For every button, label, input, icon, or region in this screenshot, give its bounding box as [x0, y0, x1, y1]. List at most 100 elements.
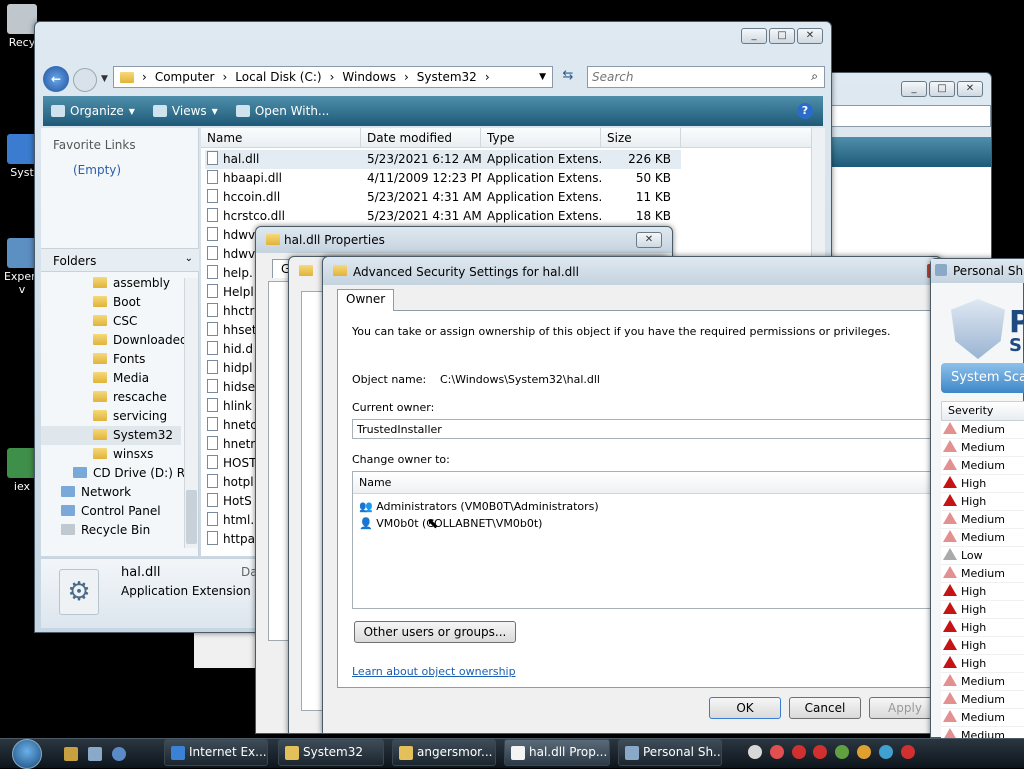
tray-status-icon[interactable] [857, 745, 872, 759]
severity-row[interactable]: High [941, 619, 1024, 637]
taskbar-button-personal-shield[interactable]: Personal Sh... [618, 739, 722, 766]
severity-row[interactable]: Medium [941, 439, 1024, 457]
file-row[interactable]: hccoin.dll 5/23/2021 4:31 AM Application E… [205, 188, 681, 207]
severity-row[interactable]: High [941, 475, 1024, 493]
tree-item[interactable]: Control Panel [41, 502, 181, 521]
close-button[interactable]: ✕ [636, 232, 662, 248]
globe-icon[interactable] [112, 747, 126, 761]
tree-item[interactable]: Recycle Bin [41, 521, 181, 540]
severity-row[interactable]: Low [941, 547, 1024, 565]
owner-list[interactable]: Name 👥 Administrators (VM0B0T\Administra… [352, 471, 942, 609]
help-icon[interactable]: ? [797, 103, 813, 119]
taskbar-button-system32[interactable]: System32 [278, 739, 384, 766]
tree-item[interactable]: CSC [41, 312, 181, 331]
open-with-button[interactable]: Open With... [235, 104, 329, 118]
tray-alert-icon[interactable] [813, 745, 828, 759]
search-input[interactable] [588, 67, 788, 87]
severity-row[interactable]: High [941, 583, 1024, 601]
tree-item[interactable]: Network [41, 483, 181, 502]
tree-item[interactable]: Media [41, 369, 181, 388]
maximize-button[interactable]: □ [929, 81, 955, 97]
file-row[interactable]: hbaapi.dll 4/11/2009 12:23 PM Application … [205, 169, 681, 188]
tree-item[interactable]: System32 [41, 426, 181, 445]
type-column-header[interactable]: Type [481, 128, 601, 147]
chevron-down-icon[interactable]: ▼ [539, 72, 546, 82]
cancel-button[interactable]: Cancel [789, 697, 861, 719]
other-users-button[interactable]: Other users or groups... [354, 621, 516, 643]
refresh-icon[interactable]: ⇆ [557, 68, 579, 88]
tray-alert-icon[interactable] [791, 745, 806, 759]
close-button[interactable]: ✕ [797, 28, 823, 44]
tray-shield-icon[interactable] [748, 745, 762, 759]
file-row[interactable]: hal.dll 5/23/2021 6:12 AM Application Exte… [205, 150, 681, 169]
search-icon[interactable]: ⌕ [811, 69, 818, 84]
tray-alert-icon[interactable] [900, 745, 915, 759]
minimize-button[interactable]: _ [741, 28, 767, 44]
back-button[interactable]: ← [43, 66, 69, 92]
minimize-button[interactable]: _ [901, 81, 927, 97]
severity-row[interactable]: High [941, 493, 1024, 511]
severity-row[interactable]: Medium [941, 421, 1024, 439]
owner-list-item[interactable]: 👤 VM0b0t (COLLABNET\VM0b0t) [359, 517, 542, 530]
close-button[interactable]: ✕ [957, 81, 983, 97]
chevron-down-icon[interactable]: ⌄ [185, 253, 193, 264]
severity-row[interactable]: Medium [941, 511, 1024, 529]
breadcrumb-local-disk[interactable]: Local Disk (C:) [235, 70, 321, 84]
forward-button[interactable] [73, 68, 97, 92]
breadcrumb-computer[interactable]: Computer [155, 70, 215, 84]
name-column-header[interactable]: Name [353, 472, 941, 494]
ok-button[interactable]: OK [709, 697, 781, 719]
taskbar-label: Internet Ex... [189, 745, 267, 759]
logo-text: SI [1009, 335, 1024, 356]
severity-row[interactable]: Medium [941, 673, 1024, 691]
severity-row[interactable]: High [941, 637, 1024, 655]
start-button[interactable] [12, 739, 42, 769]
search-box[interactable] [821, 105, 991, 127]
tree-item[interactable]: assembly [41, 274, 181, 293]
severity-row[interactable]: Medium [941, 457, 1024, 475]
date-column-header[interactable]: Date modified [361, 128, 481, 147]
tree-scrollbar[interactable] [184, 278, 198, 548]
address-bar[interactable]: › Computer › Local Disk (C:) › Windows ›… [113, 66, 553, 88]
severity-row[interactable]: High [941, 655, 1024, 673]
severity-row[interactable]: High [941, 601, 1024, 619]
severity-row[interactable]: Medium [941, 565, 1024, 583]
organize-button[interactable]: Organize ▼ [51, 104, 135, 118]
quick-launch-icon[interactable] [64, 747, 78, 761]
taskbar-button-angersmor[interactable]: angersmor... [392, 739, 496, 766]
severity-column-header[interactable]: Severity [941, 401, 1024, 421]
breadcrumb-system32[interactable]: System32 [417, 70, 477, 84]
system-scan-button[interactable]: System Scan [941, 363, 1024, 393]
tree-item[interactable]: Downloaded [41, 331, 188, 350]
tree-item[interactable]: servicing [41, 407, 181, 426]
tree-item[interactable]: winsxs [41, 445, 181, 464]
personal-shield-window[interactable]: Personal Shie P SI System Scan Severity … [930, 258, 1024, 763]
severity-row[interactable]: Medium [941, 529, 1024, 547]
owner-list-item[interactable]: 👥 Administrators (VM0B0T\Administrators) [359, 500, 599, 513]
tree-item[interactable]: Fonts [41, 350, 181, 369]
severity-row[interactable]: Medium [941, 691, 1024, 709]
tree-item[interactable]: rescache [41, 388, 181, 407]
severity-row[interactable]: Medium [941, 709, 1024, 727]
learn-ownership-link[interactable]: Learn about object ownership [352, 665, 516, 678]
breadcrumb-windows[interactable]: Windows [342, 70, 396, 84]
size-column-header[interactable]: Size [601, 128, 681, 147]
scrollbar-thumb[interactable] [186, 490, 197, 544]
taskbar-button-hal-properties[interactable]: hal.dll Prop... [504, 739, 610, 766]
file-row[interactable]: hcrstco.dll 5/23/2021 4:31 AM Application … [205, 207, 681, 226]
tab-owner[interactable]: Owner [337, 289, 395, 311]
name-column-header[interactable]: Name [201, 128, 361, 147]
advanced-security-window[interactable]: Advanced Security Settings for hal.dll O… [322, 256, 942, 734]
tray-security-icon[interactable] [835, 745, 850, 759]
maximize-button[interactable]: □ [769, 28, 795, 44]
recent-pages-icon[interactable]: ▼ [101, 74, 108, 84]
tree-item[interactable]: Boot [41, 293, 181, 312]
folders-header[interactable]: Folders ⌄ [41, 248, 199, 272]
search-box[interactable]: ⌕ [587, 66, 825, 88]
tray-warning-icon[interactable] [769, 745, 784, 759]
tree-item[interactable]: CD Drive (D:) Ro [41, 464, 192, 483]
shield-icon[interactable] [88, 747, 102, 761]
taskbar-button-internet-explorer[interactable]: Internet Ex... [164, 739, 268, 766]
tray-network-icon[interactable] [878, 745, 893, 759]
views-button[interactable]: Views ▼ [152, 104, 218, 118]
